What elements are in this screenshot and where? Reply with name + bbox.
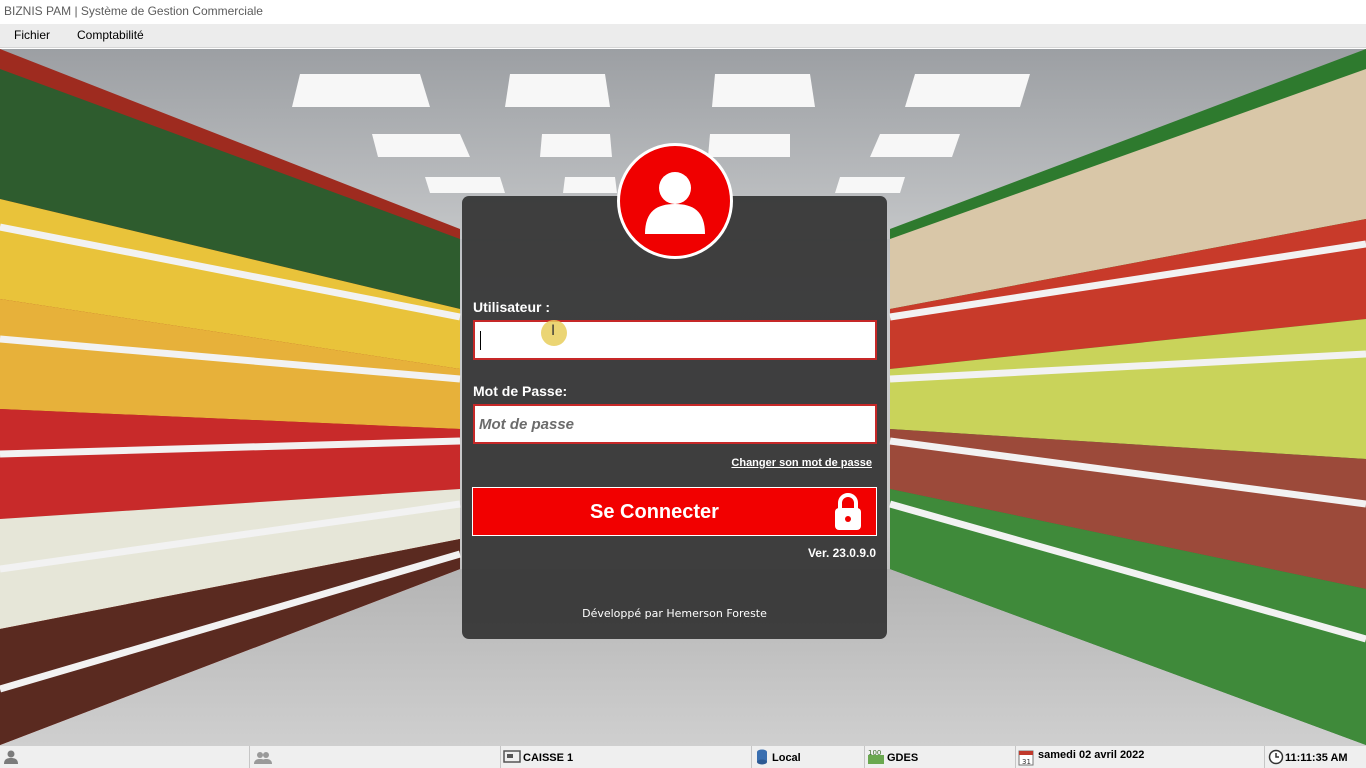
connect-button[interactable]: Se Connecter xyxy=(472,487,877,536)
status-users-section xyxy=(249,746,499,768)
money-badge: 100 xyxy=(868,749,881,757)
user-status-icon xyxy=(4,750,18,764)
money-icon: 100 xyxy=(868,749,884,764)
password-label: Mot de Passe: xyxy=(473,383,568,399)
status-server-section: Local xyxy=(751,746,863,768)
username-input[interactable] xyxy=(473,320,877,360)
menu-fichier[interactable]: Fichier xyxy=(14,28,50,42)
station-name: CAISSE 1 xyxy=(523,752,574,764)
currency-code: GDES xyxy=(887,752,919,764)
clock-icon xyxy=(1268,749,1284,765)
current-time: 11:11:35 AM xyxy=(1285,752,1348,764)
user-avatar-icon xyxy=(617,143,733,259)
status-time-section: 11:11:35 AM xyxy=(1264,746,1366,768)
server-name: Local xyxy=(772,752,801,764)
connect-button-label: Se Connecter xyxy=(590,501,719,523)
version-label: Ver. 23.0.9.0 xyxy=(807,546,876,560)
calendar-icon: 31 xyxy=(1018,750,1034,766)
current-date: samedi 02 avril 2022 xyxy=(1038,749,1145,761)
status-station-section: CAISSE 1 xyxy=(500,746,750,768)
window-title: BIZNIS PAM | Système de Gestion Commerci… xyxy=(4,4,263,18)
menu-comptabilite[interactable]: Comptabilité xyxy=(77,28,144,42)
password-input[interactable]: Mot de passe xyxy=(473,404,877,444)
developer-credit: Développé par Hemerson Foreste xyxy=(582,607,767,620)
change-password-link[interactable]: Changer son mot de passe xyxy=(731,457,872,469)
status-user-section xyxy=(0,746,248,768)
text-caret xyxy=(480,331,481,350)
password-placeholder: Mot de passe xyxy=(479,416,575,433)
users-icon xyxy=(254,752,272,764)
database-icon xyxy=(757,749,767,765)
title-bar: BIZNIS PAM | Système de Gestion Commerci… xyxy=(0,0,1366,24)
username-label: Utilisateur : xyxy=(473,299,551,315)
calendar-day: 31 xyxy=(1022,758,1031,766)
mouse-cursor-icon: I xyxy=(541,320,567,346)
status-bar: CAISSE 1 Local 100 GDES 31 samedi 02 avr… xyxy=(0,745,1366,768)
padlock-icon xyxy=(835,493,861,530)
status-currency-section: 100 GDES xyxy=(864,746,1014,768)
register-icon xyxy=(503,750,521,763)
status-date-section: 31 samedi 02 avril 2022 xyxy=(1015,746,1263,768)
menu-bar: Fichier Comptabilité xyxy=(0,24,1366,48)
